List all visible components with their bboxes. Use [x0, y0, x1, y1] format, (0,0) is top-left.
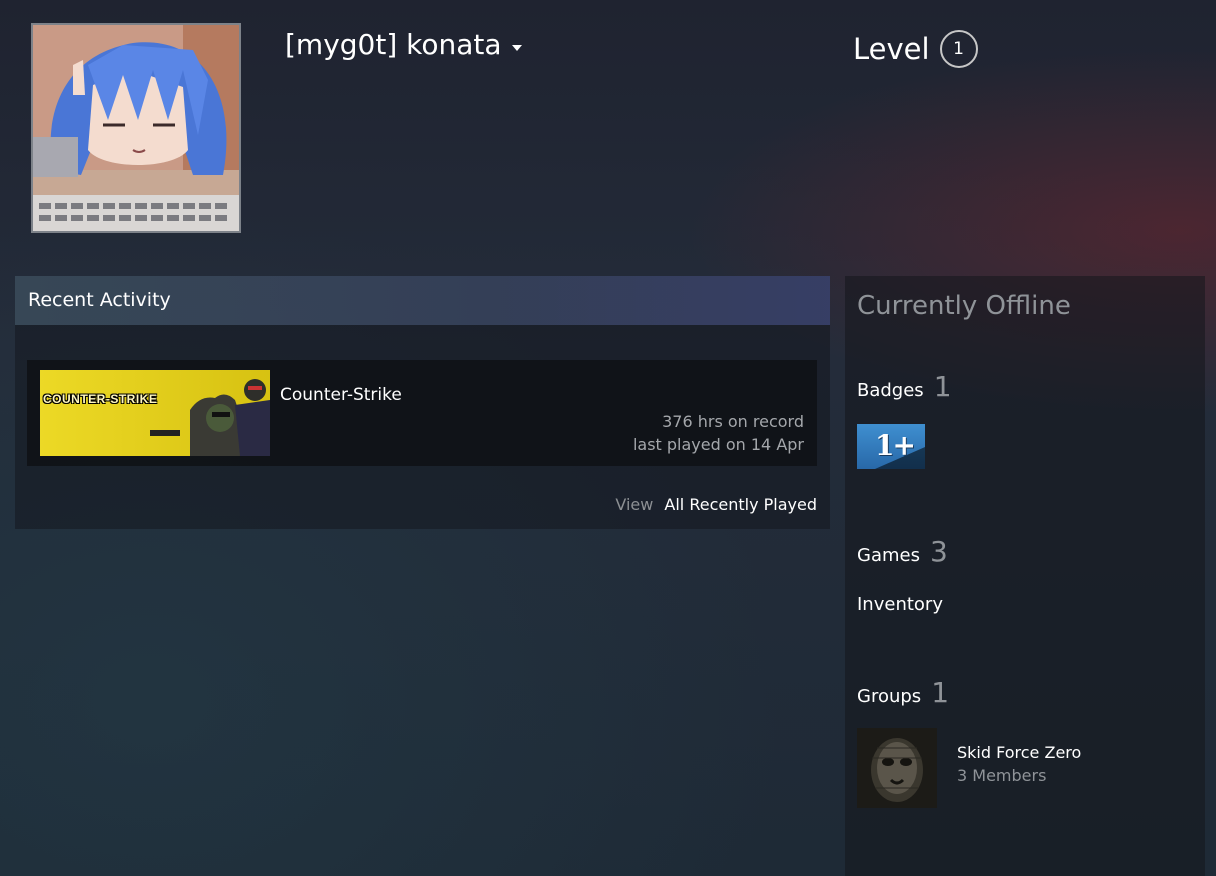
capsule-logo-text: COUNTER-STRIKE — [43, 392, 158, 406]
anime-avatar-icon — [33, 25, 239, 231]
badges-count: 1 — [933, 370, 952, 403]
level-label: Level — [853, 32, 930, 66]
games-count: 3 — [929, 535, 948, 568]
online-status: Currently Offline — [857, 291, 1071, 321]
badge-text: 1+ — [875, 429, 916, 462]
recent-game-row: COUNTER-STRIKE Counter-Strike 376 hrs on… — [27, 360, 817, 466]
badges-link[interactable]: Badges 1 — [857, 370, 952, 403]
years-of-service-badge-icon[interactable]: 1+ — [857, 424, 925, 469]
profile-avatar — [31, 23, 241, 233]
groups-label: Groups — [857, 686, 922, 707]
game-hours: 376 hrs on record — [662, 412, 804, 431]
level-badge[interactable]: 1 — [939, 30, 978, 68]
profile-level: Level 1 — [853, 30, 978, 68]
game-name-link[interactable]: Counter-Strike — [280, 385, 402, 405]
recent-activity-title: Recent Activity — [28, 289, 171, 311]
counter-strike-capsule-icon[interactable]: COUNTER-STRIKE — [40, 370, 270, 456]
groups-link[interactable]: Groups 1 — [857, 676, 949, 709]
persona-name-dropdown[interactable]: [myg0t] konata — [285, 28, 522, 61]
group-name-link[interactable]: Skid Force Zero — [957, 743, 1081, 762]
profile-sidebar: Currently Offline Badges 1 1+ Games 3 In… — [845, 276, 1205, 876]
recent-activity-panel: Recent Activity COUNTER-STRIKE Counter-S… — [15, 276, 830, 529]
game-last-played: last played on 14 Apr — [632, 435, 804, 454]
group-avatar-icon[interactable] — [857, 728, 937, 808]
badges-label: Badges — [857, 380, 924, 401]
caret-down-icon — [511, 44, 522, 51]
view-label: View — [615, 495, 654, 514]
group-members: 3 Members — [957, 766, 1047, 785]
view-all-recently-played: View All Recently Played — [615, 495, 817, 514]
groups-count: 1 — [931, 676, 950, 709]
all-recently-played-link[interactable]: All Recently Played — [664, 495, 817, 514]
inventory-link[interactable]: Inventory — [857, 594, 943, 615]
games-link[interactable]: Games 3 — [857, 535, 948, 568]
recent-activity-header: Recent Activity — [15, 276, 830, 325]
persona-name: [myg0t] konata — [285, 28, 502, 61]
games-label: Games — [857, 545, 920, 566]
